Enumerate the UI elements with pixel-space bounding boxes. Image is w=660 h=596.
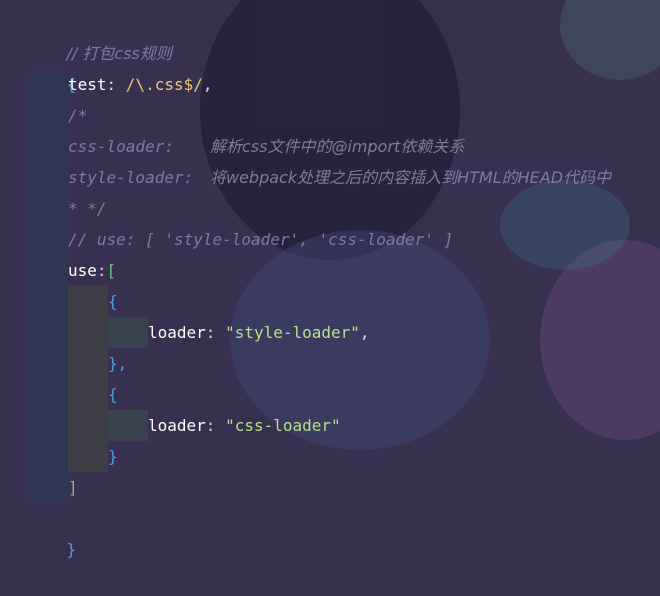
property-key: loader: [148, 323, 206, 342]
colon: :: [205, 416, 226, 435]
indent-guide: [68, 348, 108, 379]
code-line-4: /*: [0, 100, 87, 131]
string-value: "css-loader": [225, 416, 341, 435]
code-line-9: use:[: [0, 255, 116, 286]
indent-guide: [28, 472, 68, 503]
close-brace: }: [66, 540, 77, 559]
indent-guide: [108, 317, 148, 348]
code-line-10: {: [0, 286, 118, 317]
comma: ,: [202, 75, 213, 94]
comment: /*: [68, 106, 88, 125]
indent-guide: [28, 162, 68, 193]
indent-guide: [28, 193, 68, 224]
open-bracket: [: [106, 261, 117, 280]
indent-guide: [28, 379, 68, 410]
indent-guide: [28, 317, 68, 348]
code-line-17: }: [0, 503, 77, 559]
indent-guide: [68, 286, 108, 317]
code-line-11: loader: "style-loader",: [0, 317, 370, 348]
indent-guide: [28, 410, 68, 441]
code-line-5: css-loader: 解析css文件中的@import依赖关系: [0, 131, 464, 162]
code-line-3: test: /\.css$/,: [0, 69, 213, 100]
code-line-1: // 打包css规则: [0, 7, 172, 63]
property-key: test: [68, 75, 107, 94]
code-line-14: loader: "css-loader": [0, 410, 341, 441]
close-bracket: ]: [68, 478, 78, 497]
indent-guide: [28, 286, 68, 317]
comment: // use: [ 'style-loader', 'css-loader' ]: [68, 230, 454, 249]
indent-guide: [28, 255, 68, 286]
colon: :: [205, 323, 226, 342]
code-line-6: style-loader: 将webpack处理之后的内容插入到HTML的HEAD…: [0, 162, 611, 193]
code-editor[interactable]: // 打包css规则 { test: /\.css$/, /* css-load…: [0, 0, 660, 559]
property-key: loader: [148, 416, 206, 435]
property-key: use: [68, 261, 97, 280]
indent-guide: [28, 100, 68, 131]
regex-value: /\.css$/: [125, 75, 203, 94]
open-brace: {: [108, 385, 118, 404]
code-line-2: {: [0, 38, 77, 94]
string-value: "style-loader": [225, 323, 360, 342]
comment-key: style-loader:: [68, 168, 194, 187]
open-brace: {: [108, 292, 118, 311]
indent-guide: [28, 131, 68, 162]
code-line-7: * */: [0, 193, 107, 224]
indent-guide: [28, 224, 68, 255]
indent-guide: [68, 317, 108, 348]
code-line-15: }: [0, 441, 118, 472]
indent-guide: [28, 69, 68, 100]
code-line-8: // use: [ 'style-loader', 'css-loader' ]: [0, 224, 453, 255]
comment: * */: [68, 199, 107, 218]
code-line-13: {: [0, 379, 118, 410]
close-brace: },: [108, 354, 128, 373]
indent-guide: [108, 410, 148, 441]
colon: :: [106, 75, 126, 94]
colon: :: [96, 261, 107, 280]
indent-guide: [28, 441, 68, 472]
indent-guide: [68, 410, 108, 441]
comment-key: css-loader:: [68, 137, 174, 156]
comment-description: 解析css文件中的@import依赖关系: [210, 137, 465, 156]
indent-guide: [68, 379, 108, 410]
indent-guide: [68, 441, 108, 472]
indent-guide: [28, 348, 68, 379]
comment-description: 将webpack处理之后的内容插入到HTML的HEAD代码中: [210, 168, 612, 187]
comma: ,: [359, 323, 370, 342]
close-brace: }: [108, 447, 118, 466]
code-line-12: },: [0, 348, 127, 379]
code-line-16: ]: [0, 472, 78, 503]
